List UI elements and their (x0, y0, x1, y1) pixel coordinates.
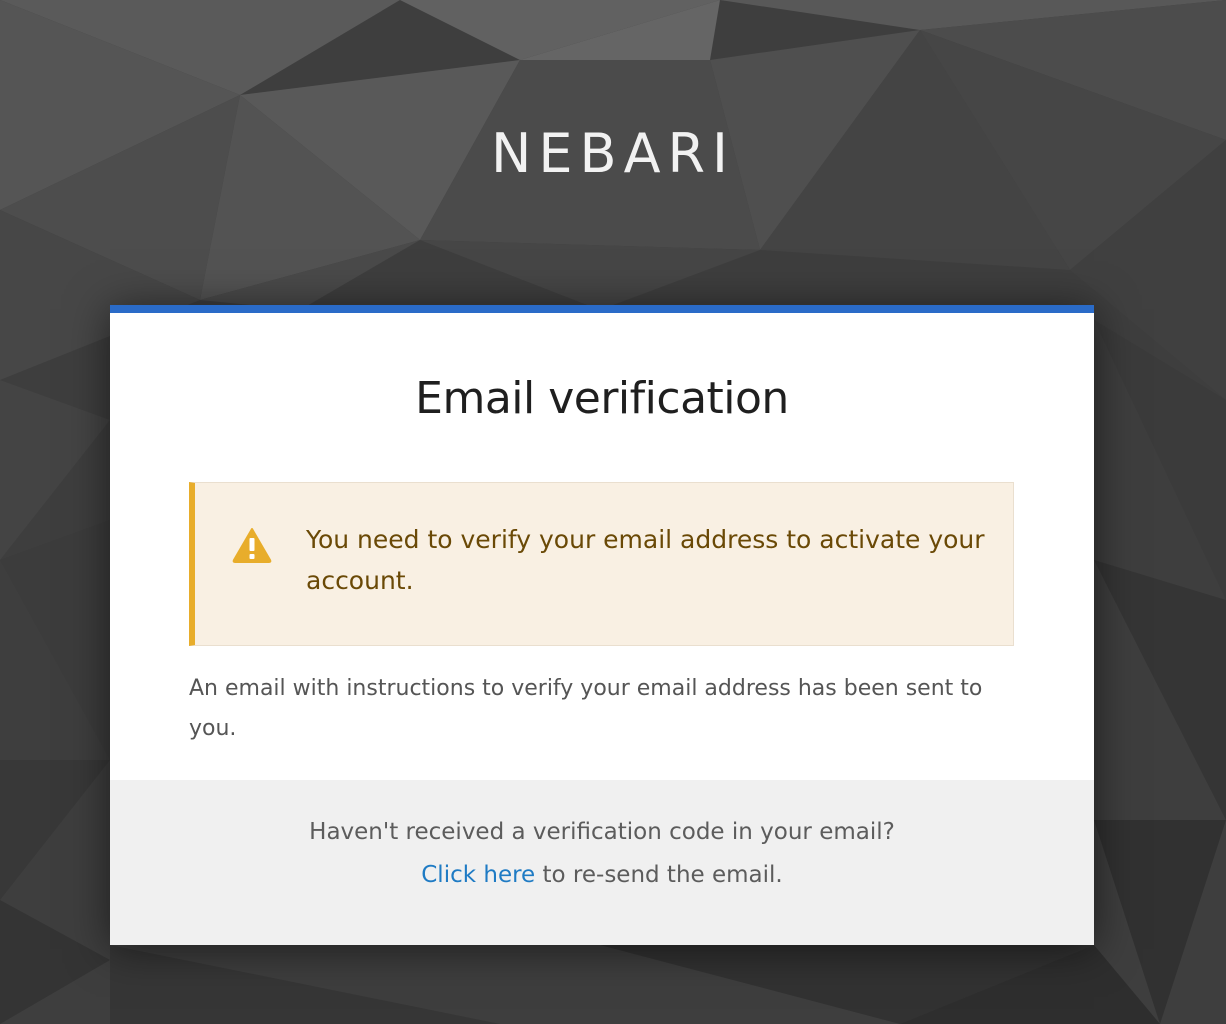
alert-message: You need to verify your email address to… (306, 525, 985, 595)
page-title: Email verification (415, 373, 789, 424)
warning-alert: You need to verify your email address to… (189, 482, 1014, 646)
resend-question: Haven't received a verification code in … (309, 819, 895, 845)
card-footer: Haven't received a verification code in … (110, 780, 1094, 945)
info-text: An email with instructions to verify you… (189, 676, 983, 741)
verification-card: Email verification You need to verify yo… (110, 305, 1094, 945)
resend-line: Click here to re-send the email. (110, 855, 1094, 895)
brand-logo-text: NEBARI (491, 122, 735, 185)
warning-triangle-icon (232, 527, 272, 563)
resend-link-suffix: to re-send the email. (535, 862, 783, 888)
resend-email-link[interactable]: Click here (421, 862, 535, 888)
